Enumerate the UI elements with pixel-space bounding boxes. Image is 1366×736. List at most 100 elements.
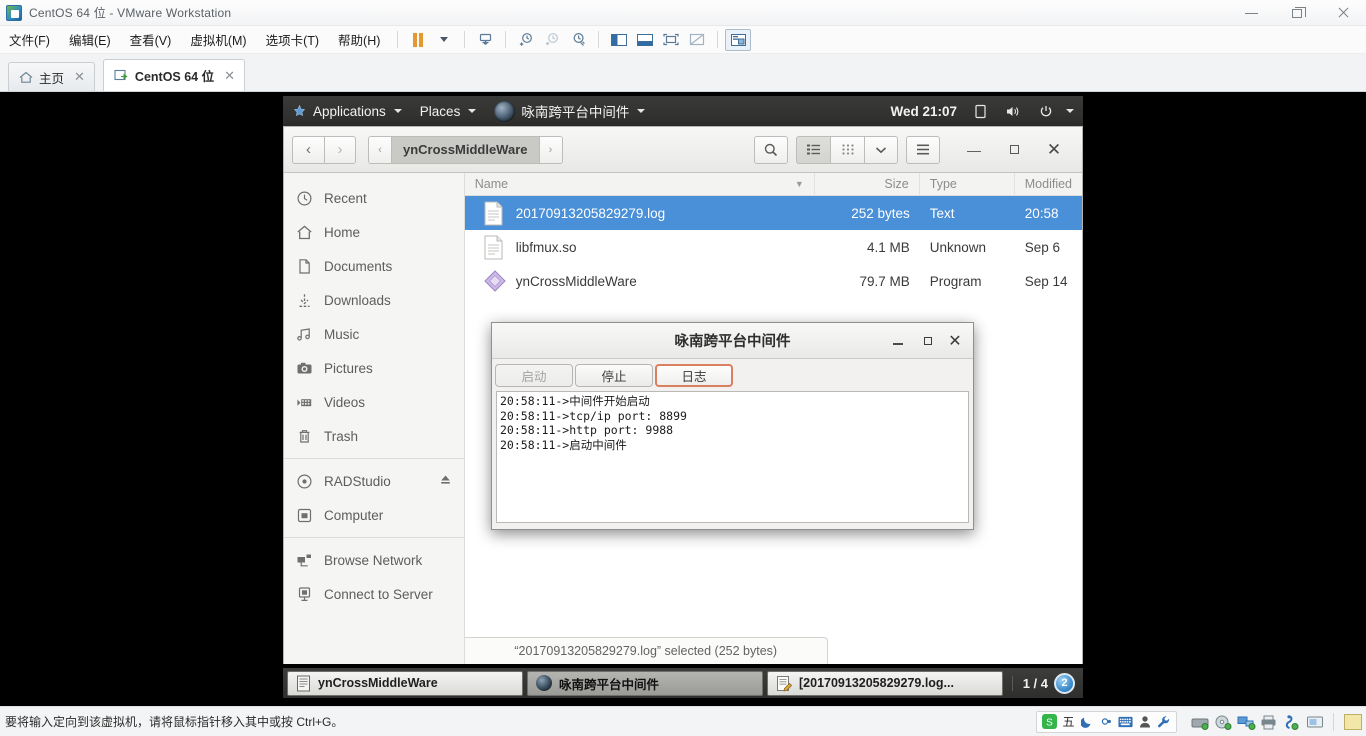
active-application-menu[interactable]: 咏南跨平台中间件 bbox=[485, 96, 654, 126]
pager-label[interactable]: 1 / 4 bbox=[1011, 675, 1048, 691]
list-view-button[interactable] bbox=[796, 135, 830, 164]
display-device-icon[interactable] bbox=[1306, 715, 1323, 729]
main-menu-button[interactable] bbox=[906, 135, 940, 164]
sticky-note-icon[interactable] bbox=[1344, 713, 1362, 730]
grid-view-button[interactable] bbox=[830, 135, 864, 164]
vmware-restore-button[interactable] bbox=[1274, 0, 1320, 26]
unity-mode-button[interactable] bbox=[684, 29, 710, 51]
taskbar-item-middleware[interactable]: 咏南跨平台中间件 bbox=[527, 670, 763, 696]
column-header-type[interactable]: Type bbox=[920, 172, 1015, 196]
vmware-minimize-button[interactable] bbox=[1228, 0, 1274, 26]
usb-device-icon[interactable] bbox=[1283, 714, 1300, 730]
hard-disk-device-icon[interactable] bbox=[1191, 715, 1209, 730]
user-icon[interactable] bbox=[1137, 714, 1152, 729]
camera-icon bbox=[296, 360, 313, 377]
places-menu[interactable]: Places bbox=[411, 96, 486, 126]
column-header-size[interactable]: Size bbox=[815, 172, 920, 196]
cd-dvd-device-icon[interactable] bbox=[1214, 715, 1232, 730]
column-header-name[interactable]: Name ▼ bbox=[465, 172, 815, 196]
sidebar-item-documents[interactable]: Documents bbox=[284, 249, 464, 283]
sidebar-item-computer[interactable]: Computer bbox=[284, 498, 464, 532]
sidebar-item-connect-to-server[interactable]: Connect to Server bbox=[284, 577, 464, 611]
log-output[interactable]: 20:58:11->中间件开始启动 20:58:11->tcp/ip port:… bbox=[496, 391, 969, 523]
menu-file[interactable]: 文件(F) bbox=[0, 26, 59, 53]
sidebar-divider bbox=[284, 537, 464, 538]
toolbar-divider bbox=[717, 31, 719, 48]
view-options-button[interactable] bbox=[864, 135, 898, 164]
search-button[interactable] bbox=[754, 135, 788, 164]
menu-vm[interactable]: 虚拟机(M) bbox=[181, 26, 255, 53]
close-icon[interactable]: ✕ bbox=[74, 69, 85, 85]
sidebar-item-home[interactable]: Home bbox=[284, 215, 464, 249]
sidebar-item-pictures[interactable]: Pictures bbox=[284, 351, 464, 385]
menu-help[interactable]: 帮助(H) bbox=[329, 26, 389, 53]
chevron-down-icon bbox=[468, 109, 477, 113]
network-adapter-device-icon[interactable] bbox=[1237, 715, 1256, 730]
keyboard-icon[interactable] bbox=[1118, 714, 1133, 729]
breadcrumb-next-button[interactable]: › bbox=[539, 136, 562, 163]
breadcrumb-current[interactable]: ynCrossMiddleWare bbox=[391, 136, 540, 163]
back-button[interactable]: ‹ bbox=[292, 135, 324, 164]
revert-snapshot-button[interactable] bbox=[539, 29, 565, 51]
sidebar-item-browse-network[interactable]: Browse Network bbox=[284, 543, 464, 577]
printer-device-icon[interactable] bbox=[1260, 715, 1277, 729]
vmware-close-button[interactable] bbox=[1320, 0, 1366, 26]
show-thumbnail-bar-button[interactable] bbox=[632, 29, 658, 51]
sidebar-item-recent[interactable]: Recent bbox=[284, 181, 464, 215]
nautilus-minimize-button[interactable]: — bbox=[954, 127, 994, 173]
wrench-icon[interactable] bbox=[1156, 714, 1171, 729]
take-snapshot-button[interactable] bbox=[513, 29, 539, 51]
half-width-icon[interactable] bbox=[1099, 714, 1114, 729]
computer-icon bbox=[296, 507, 313, 524]
table-row[interactable]: 20170913205829279.log 252 bytes Text 20:… bbox=[464, 196, 1082, 230]
dialog-minimize-button[interactable] bbox=[883, 323, 913, 359]
nautilus-maximize-button[interactable] bbox=[994, 127, 1034, 173]
console-view-button[interactable] bbox=[725, 28, 752, 51]
moon-icon[interactable] bbox=[1080, 714, 1095, 729]
breadcrumb-prev-button[interactable]: ‹ bbox=[369, 136, 391, 163]
sogou-logo-icon[interactable]: S bbox=[1042, 714, 1057, 729]
suspend-button[interactable] bbox=[405, 29, 431, 51]
notification-icon[interactable] bbox=[965, 96, 996, 126]
tab-start[interactable]: 启动 bbox=[495, 364, 573, 387]
menu-tabs[interactable]: 选项卡(T) bbox=[257, 26, 328, 53]
taskbar-item-yncrossmiddleware[interactable]: ynCrossMiddleWare bbox=[287, 670, 523, 696]
sidebar-item-trash[interactable]: Trash bbox=[284, 419, 464, 453]
power-icon[interactable] bbox=[1030, 96, 1062, 126]
nautilus-close-button[interactable]: ✕ bbox=[1034, 127, 1074, 173]
volume-icon[interactable] bbox=[996, 96, 1030, 126]
show-library-button[interactable] bbox=[606, 29, 632, 51]
file-type-cell: Text bbox=[929, 205, 955, 221]
fullscreen-button[interactable] bbox=[658, 29, 684, 51]
panel-clock[interactable]: Wed 21:07 bbox=[882, 104, 965, 119]
close-icon[interactable]: ✕ bbox=[224, 68, 235, 84]
close-icon: ✕ bbox=[948, 332, 962, 350]
vm-tab-centos[interactable]: CentOS 64 位 ✕ bbox=[102, 59, 246, 91]
eject-icon[interactable] bbox=[439, 473, 452, 489]
ime-mode-label[interactable]: 五 bbox=[1061, 714, 1076, 729]
sidebar-item-radstudio[interactable]: RADStudio bbox=[284, 464, 464, 498]
sidebar-item-downloads[interactable]: Downloads bbox=[284, 283, 464, 317]
dialog-maximize-button[interactable] bbox=[913, 323, 943, 359]
menu-view[interactable]: 查看(V) bbox=[121, 26, 181, 53]
workspace-badge[interactable]: 2 bbox=[1054, 672, 1075, 694]
dialog-titlebar[interactable]: 咏南跨平台中间件 ✕ bbox=[492, 323, 973, 359]
sidebar-item-music[interactable]: Music bbox=[284, 317, 464, 351]
sidebar-item-videos[interactable]: Videos bbox=[284, 385, 464, 419]
tab-stop[interactable]: 停止 bbox=[575, 364, 653, 387]
menu-edit[interactable]: 编辑(E) bbox=[60, 26, 120, 53]
power-dropdown[interactable] bbox=[431, 29, 457, 51]
column-header-modified[interactable]: Modified bbox=[1015, 173, 1082, 196]
applications-menu[interactable]: Applications bbox=[283, 96, 411, 126]
vm-tab-home[interactable]: 主页 ✕ bbox=[8, 62, 95, 91]
system-menu-caret-icon[interactable] bbox=[1062, 96, 1083, 126]
forward-button[interactable]: › bbox=[324, 135, 356, 164]
taskbar-item-logfile[interactable]: [20170913205829279.log... bbox=[767, 670, 1003, 696]
table-row[interactable]: ynCrossMiddleWare 79.7 MB Program Sep 14 bbox=[465, 264, 1082, 298]
workspace-pager: 1 / 4 2 bbox=[1006, 670, 1081, 696]
tab-log[interactable]: 日志 bbox=[655, 364, 733, 387]
table-row[interactable]: libfmux.so 4.1 MB Unknown Sep 6 bbox=[465, 230, 1082, 264]
snapshot-manager-button[interactable] bbox=[565, 29, 591, 51]
snapshot-manage-button[interactable] bbox=[472, 29, 498, 51]
dialog-close-button[interactable]: ✕ bbox=[943, 323, 973, 359]
